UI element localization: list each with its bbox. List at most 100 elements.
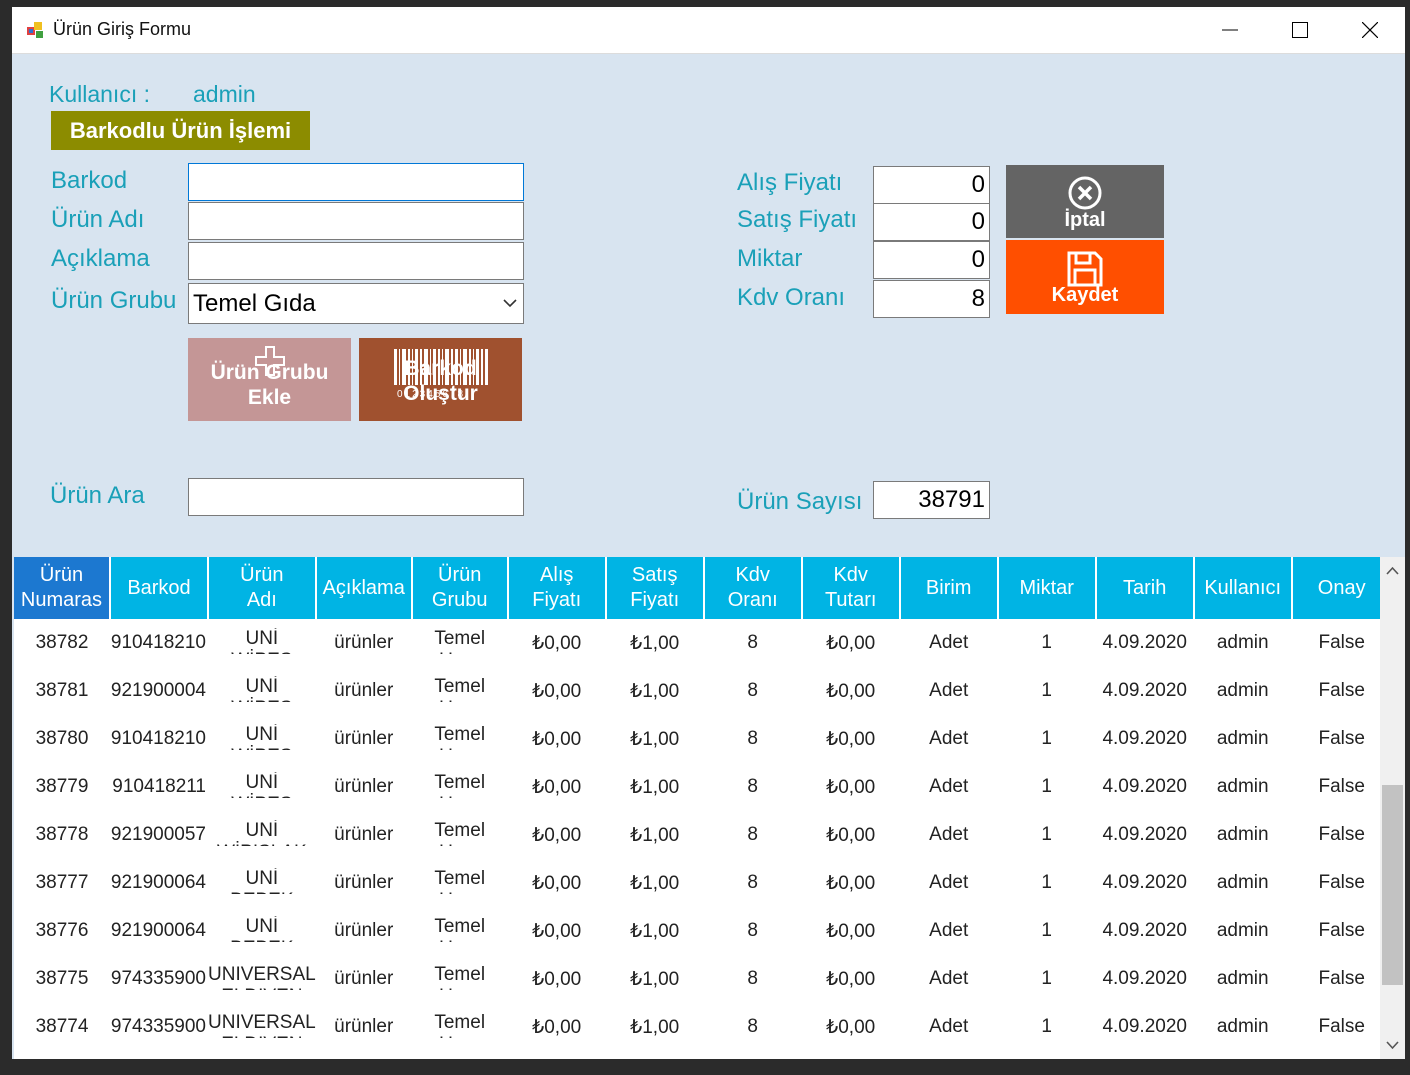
cell-vat-rate[interactable]: 8 [704,955,802,1003]
cell-user[interactable]: admin [1194,811,1292,859]
cell-product-name[interactable]: UNİBEBEK [208,859,316,907]
cell-product-number[interactable]: 38776 [14,907,110,955]
cell-sell-price[interactable]: ₺1,00 [606,811,704,859]
cell-product-name[interactable]: UNIVERSALELDIVEN [208,1003,316,1051]
cell-user[interactable]: admin [1194,667,1292,715]
product-group-select[interactable]: Temel Gıda [188,283,524,324]
table-row[interactable]: 38776921900064UNİBEBEKürünlerTemelUrun₺0… [14,907,1392,955]
cell-description[interactable]: ürünler [316,667,412,715]
cell-sell-price[interactable]: ₺1,00 [606,715,704,763]
save-button[interactable]: Kaydet [1006,240,1164,314]
cell-product-group[interactable]: TemelUrun [412,907,508,955]
cell-buy-price[interactable]: ₺0,00 [508,1003,606,1051]
cell-approval[interactable]: False [1292,763,1392,811]
column-header-description[interactable]: Açıklama [315,557,413,619]
description-input[interactable] [188,242,524,280]
cell-product-number[interactable]: 38779 [14,763,110,811]
cell-vat-rate[interactable]: 8 [704,907,802,955]
cell-product-number[interactable]: 38778 [14,811,110,859]
cell-quantity[interactable]: 1 [998,619,1096,667]
cell-quantity[interactable]: 1 [998,811,1096,859]
cell-product-number[interactable]: 38774 [14,1003,110,1051]
column-header-vat-amount[interactable]: Kdv Tutarı [801,557,901,619]
cell-vat-amount[interactable]: ₺0,00 [802,811,900,859]
cell-product-number[interactable]: 38777 [14,859,110,907]
column-header-buy-price[interactable]: Alış Fiyatı [507,557,607,619]
cell-buy-price[interactable]: ₺0,00 [508,907,606,955]
cell-vat-amount[interactable]: ₺0,00 [802,955,900,1003]
cell-approval[interactable]: False [1292,811,1392,859]
cell-unit[interactable]: Adet [900,955,998,1003]
column-header-barcode[interactable]: Barkod [110,557,209,619]
cell-date[interactable]: 4.09.2020 [1096,1003,1194,1051]
column-header-vat-rate[interactable]: Kdv Oranı [703,557,803,619]
cell-product-name[interactable]: UNİWİPES [208,619,316,667]
table-row[interactable]: 38774974335900UNIVERSALELDIVENürünlerTem… [14,1003,1392,1051]
cell-product-name[interactable]: UNIVERSALELDIVEN [208,955,316,1003]
cell-user[interactable]: admin [1194,715,1292,763]
cell-description[interactable]: ürünler [316,763,412,811]
cell-buy-price[interactable]: ₺0,00 [508,763,606,811]
grid-vertical-scrollbar[interactable] [1380,557,1405,1059]
cell-vat-amount[interactable]: ₺0,00 [802,619,900,667]
cell-unit[interactable]: Adet [900,907,998,955]
cell-product-name[interactable]: UNİWİPES [208,667,316,715]
cell-date[interactable]: 4.09.2020 [1096,907,1194,955]
cell-vat-amount[interactable]: ₺0,00 [802,715,900,763]
cell-sell-price[interactable]: ₺1,00 [606,1003,704,1051]
column-header-product-group[interactable]: Ürün Grubu [411,557,509,619]
quantity-input[interactable] [873,241,990,279]
add-product-group-button[interactable]: Ürün Grubu Ekle [188,338,351,421]
cell-quantity[interactable]: 1 [998,907,1096,955]
cell-vat-rate[interactable]: 8 [704,667,802,715]
cell-barcode[interactable]: 921900064 [110,859,208,907]
cell-vat-amount[interactable]: ₺0,00 [802,667,900,715]
cell-product-number[interactable]: 38780 [14,715,110,763]
product-name-input[interactable] [188,202,524,240]
close-button[interactable] [1335,7,1405,53]
cell-unit[interactable]: Adet [900,619,998,667]
cell-product-group[interactable]: TemelUrun [412,667,508,715]
cell-unit[interactable]: Adet [900,667,998,715]
cell-buy-price[interactable]: ₺0,00 [508,811,606,859]
table-row[interactable]: 38779910418211UNİWİPESürünlerTemelUrun₺0… [14,763,1392,811]
cell-product-group[interactable]: TemelUrun [412,619,508,667]
cell-user[interactable]: admin [1194,859,1292,907]
cell-description[interactable]: ürünler [316,1003,412,1051]
cell-quantity[interactable]: 1 [998,763,1096,811]
column-header-user[interactable]: Kullanıcı [1193,557,1293,619]
cell-quantity[interactable]: 1 [998,715,1096,763]
cell-approval[interactable]: False [1292,715,1392,763]
column-header-sell-price[interactable]: Satış Fiyatı [605,557,705,619]
cell-vat-rate[interactable]: 8 [704,763,802,811]
cell-product-group[interactable]: TemelUrun [412,715,508,763]
table-row[interactable]: 38782910418210UNİWİPESürünlerTemelUrun₺0… [14,619,1392,667]
cell-product-group[interactable]: TemelUrun [412,1003,508,1051]
buy-price-input[interactable] [873,166,990,204]
cell-product-name[interactable]: UNİWİPISLAK [208,811,316,859]
cell-date[interactable]: 4.09.2020 [1096,667,1194,715]
cell-approval[interactable]: False [1292,667,1392,715]
cell-description[interactable]: ürünler [316,715,412,763]
cell-vat-rate[interactable]: 8 [704,1003,802,1051]
cell-sell-price[interactable]: ₺1,00 [606,667,704,715]
cell-sell-price[interactable]: ₺1,00 [606,763,704,811]
cell-vat-rate[interactable]: 8 [704,859,802,907]
cell-sell-price[interactable]: ₺1,00 [606,859,704,907]
scroll-up-icon[interactable] [1380,561,1405,581]
table-row[interactable]: 38777921900064UNİBEBEKürünlerTemelUrun₺0… [14,859,1392,907]
cell-barcode[interactable]: 921900004 [110,667,208,715]
cell-product-number[interactable]: 38775 [14,955,110,1003]
cancel-button[interactable]: İptal [1006,165,1164,238]
cell-product-name[interactable]: UNİWİPES [208,763,316,811]
cell-barcode[interactable]: 910418210 [110,715,208,763]
cell-product-group[interactable]: TemelUrun [412,763,508,811]
scrollbar-thumb[interactable] [1382,785,1403,985]
cell-buy-price[interactable]: ₺0,00 [508,715,606,763]
cell-unit[interactable]: Adet [900,1003,998,1051]
cell-unit[interactable]: Adet [900,763,998,811]
cell-vat-amount[interactable]: ₺0,00 [802,1003,900,1051]
cell-approval[interactable]: False [1292,859,1392,907]
cell-sell-price[interactable]: ₺1,00 [606,955,704,1003]
cell-user[interactable]: admin [1194,907,1292,955]
